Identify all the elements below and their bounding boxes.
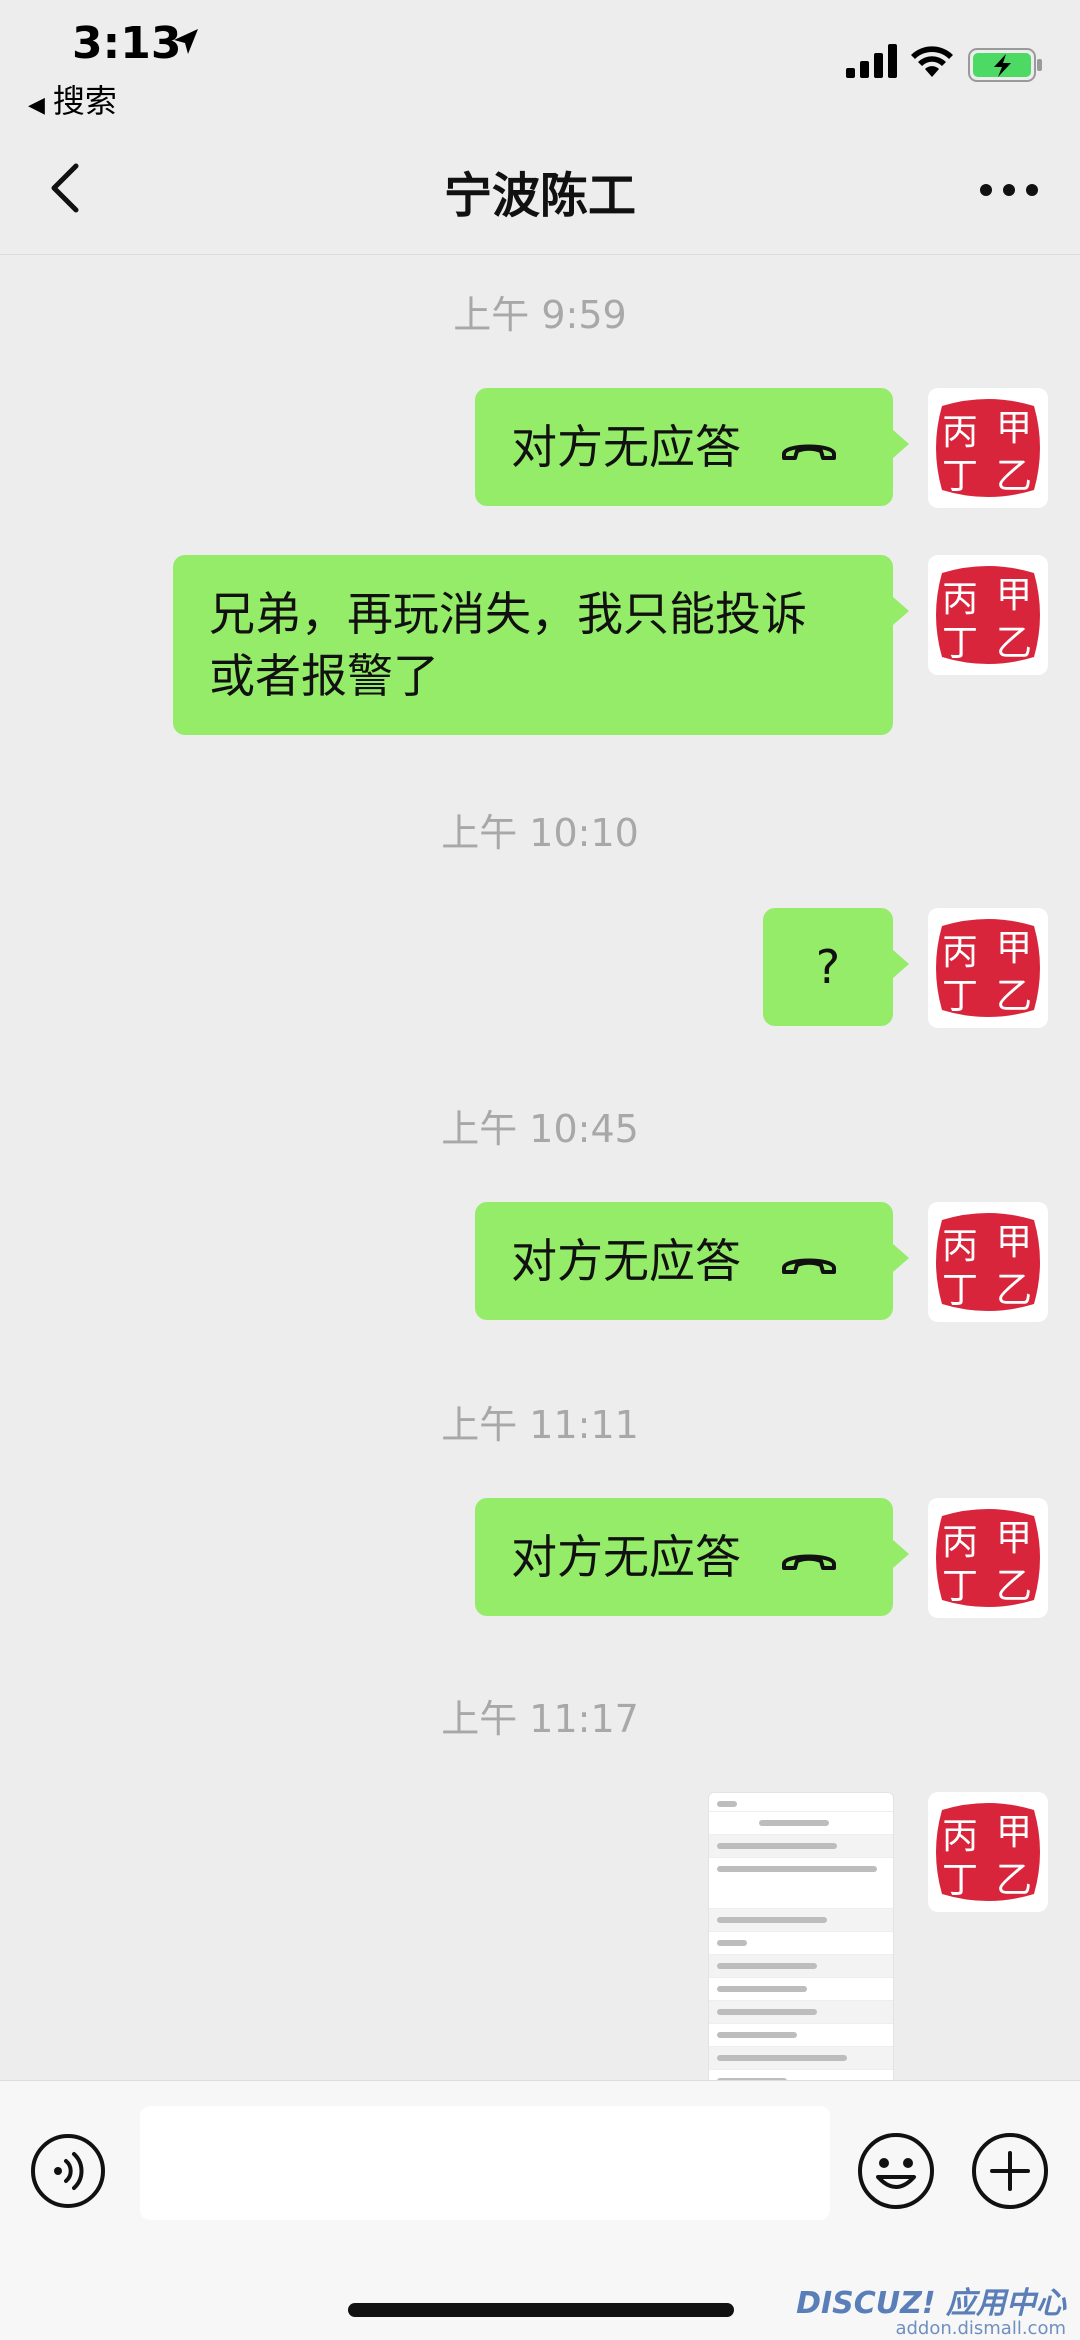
svg-text:丙: 丙 — [942, 412, 978, 453]
svg-text:乙: 乙 — [996, 623, 1032, 664]
svg-text:丁: 丁 — [942, 456, 978, 497]
call-status-text: 对方无应答 — [511, 1234, 741, 1288]
chat-title: 宁波陈工 — [443, 168, 636, 224]
svg-text:丙: 丙 — [942, 579, 978, 620]
timestamp: 上午 10:10 — [441, 811, 639, 855]
phone-hangup-icon — [782, 1258, 836, 1274]
timestamp: 上午 11:17 — [441, 1697, 639, 1741]
phone-hangup-icon — [782, 1554, 836, 1570]
seal-avatar-image: 丙 甲 丁 乙 — [936, 1213, 1040, 1311]
voice-call-message[interactable]: 对方无应答 — [475, 1202, 909, 1320]
avatar[interactable]: 丙 甲 丁 乙 — [928, 388, 1048, 508]
timestamp: 上午 9:59 — [453, 293, 627, 337]
avatar[interactable]: 丙 甲 丁 乙 — [928, 555, 1048, 675]
svg-text:丙: 丙 — [942, 932, 978, 973]
plus-icon[interactable] — [970, 2131, 1050, 2211]
chat-message-list[interactable]: 上午 9:59 对方无应答 丙 甲 丁 乙 兄弟，再玩消失，我只能投诉 或者报警… — [0, 254, 1080, 2080]
seal-avatar-image: 丙 甲 丁 乙 — [936, 1803, 1040, 1901]
svg-text:乙: 乙 — [996, 1270, 1032, 1311]
wifi-icon — [911, 46, 953, 77]
more-options-icon[interactable] — [974, 160, 1044, 220]
status-time: 3:13 — [72, 18, 182, 69]
svg-text:甲: 甲 — [996, 1812, 1032, 1853]
seal-avatar-image: 丙 甲 丁 乙 — [936, 399, 1040, 497]
avatar[interactable]: 丙 甲 丁 乙 — [928, 908, 1048, 1028]
timestamp: 上午 11:11 — [441, 1403, 639, 1447]
svg-text:丁: 丁 — [942, 1270, 978, 1311]
svg-text:丙: 丙 — [942, 1816, 978, 1857]
home-indicator[interactable] — [348, 2303, 734, 2317]
back-app-label: 搜索 — [52, 82, 117, 120]
nav-bar: 宁波陈工 — [0, 130, 1080, 255]
svg-text:乙: 乙 — [996, 976, 1032, 1017]
call-status-text: 对方无应答 — [511, 1530, 741, 1584]
watermark: DISCUZ! 应用中心 addon.dismall.com — [796, 2278, 1066, 2339]
message-input[interactable] — [140, 2106, 830, 2220]
svg-text:甲: 甲 — [996, 1518, 1032, 1559]
back-triangle-icon: ◀ — [28, 93, 45, 118]
voice-call-message[interactable]: 对方无应答 — [475, 1498, 909, 1616]
battery-charging-icon — [968, 48, 1042, 82]
avatar[interactable]: 丙 甲 丁 乙 — [928, 1202, 1048, 1322]
location-arrow-icon — [174, 29, 198, 54]
svg-text:乙: 乙 — [996, 456, 1032, 497]
svg-text:甲: 甲 — [996, 928, 1032, 969]
voice-input-icon[interactable] — [30, 2133, 106, 2209]
seal-avatar-image: 丙 甲 丁 乙 — [936, 1509, 1040, 1607]
back-to-app-link[interactable]: ◀ 搜索 — [28, 76, 117, 122]
svg-text:乙: 乙 — [996, 1566, 1032, 1607]
svg-text:甲: 甲 — [996, 1222, 1032, 1263]
status-bar: 3:13 ◀ 搜索 — [0, 0, 1080, 130]
watermark-logo: DISCUZ! 应用中心 — [796, 2286, 1066, 2321]
message-text: ? — [815, 940, 841, 994]
svg-text:丁: 丁 — [942, 623, 978, 664]
avatar[interactable]: 丙 甲 丁 乙 — [928, 1498, 1048, 1618]
call-status-text: 对方无应答 — [511, 420, 741, 474]
text-message[interactable]: 兄弟，再玩消失，我只能投诉 或者报警了 — [173, 555, 909, 735]
seal-avatar-image: 丙 甲 丁 乙 — [936, 919, 1040, 1017]
svg-text:丙: 丙 — [942, 1226, 978, 1267]
svg-text:甲: 甲 — [996, 575, 1032, 616]
timestamp: 上午 10:45 — [441, 1107, 639, 1151]
emoji-icon[interactable] — [856, 2131, 936, 2211]
svg-text:丁: 丁 — [942, 1860, 978, 1901]
text-message[interactable]: ? — [763, 908, 909, 1026]
seal-avatar-image: 丙 甲 丁 乙 — [936, 566, 1040, 664]
voice-call-message[interactable]: 对方无应答 — [475, 388, 909, 506]
message-line: 兄弟，再玩消失，我只能投诉 — [209, 587, 807, 641]
svg-text:丙: 丙 — [942, 1522, 978, 1563]
cellular-signal-icon — [846, 44, 897, 78]
svg-text:丁: 丁 — [942, 1566, 978, 1607]
svg-text:丁: 丁 — [942, 976, 978, 1017]
image-message[interactable] — [708, 1792, 894, 2080]
phone-hangup-icon — [782, 444, 836, 460]
avatar[interactable]: 丙 甲 丁 乙 — [928, 1792, 1048, 1912]
svg-text:甲: 甲 — [996, 408, 1032, 449]
svg-text:乙: 乙 — [996, 1860, 1032, 1901]
message-line: 或者报警了 — [209, 649, 439, 703]
